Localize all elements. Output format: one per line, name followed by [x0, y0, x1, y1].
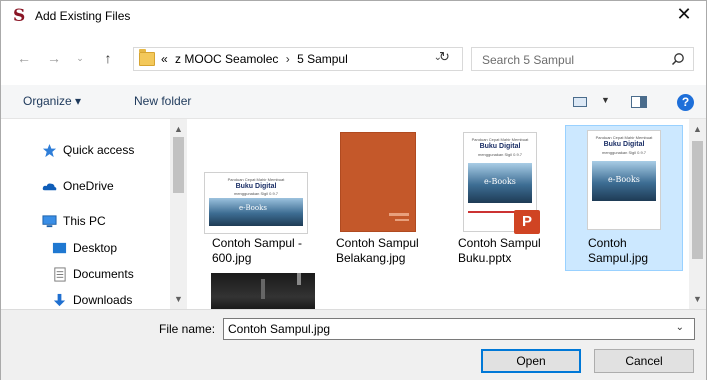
back-arrow-icon[interactable]: ←: [15, 48, 33, 68]
filename-label: File name:: [159, 322, 216, 336]
breadcrumb-item[interactable]: 5 Sampul: [297, 52, 348, 66]
sidebar-item-label: Downloads: [73, 293, 133, 307]
sidebar-item-label: OneDrive: [63, 179, 114, 193]
file-list-scrollbar[interactable]: ▲ ▼: [689, 119, 706, 309]
computer-icon: [42, 215, 57, 228]
breadcrumb-separator[interactable]: ›: [286, 52, 290, 66]
file-item[interactable]: Contoh Sampul Belakang.jpg: [319, 125, 437, 271]
address-bar[interactable]: « z MOOC Seamolec › 5 Sampul ⌄: [133, 47, 463, 71]
scroll-up-icon[interactable]: ▲: [170, 121, 187, 137]
up-arrow-icon[interactable]: ↑: [99, 48, 117, 68]
scroll-down-icon[interactable]: ▼: [689, 291, 706, 307]
app-icon: S: [13, 6, 26, 26]
file-item[interactable]: Panduan Cepat Mahir Membuat Buku Digital…: [441, 125, 559, 271]
file-name: Contoh Sampul - 600.jpg: [212, 236, 303, 265]
new-folder-button[interactable]: New folder: [134, 94, 191, 108]
sidebar-item-label: Quick access: [63, 143, 135, 157]
file-thumbnail-partial[interactable]: [211, 273, 315, 309]
scroll-up-icon[interactable]: ▲: [689, 121, 706, 137]
star-icon: [42, 143, 57, 158]
refresh-icon[interactable]: ↻: [439, 49, 450, 65]
navigation-scrollbar[interactable]: ▲ ▼: [170, 119, 187, 309]
navigation-pane: Quick access OneDrive This PC Desktop Do…: [1, 119, 187, 309]
open-button[interactable]: Open: [481, 349, 581, 373]
scrollbar-thumb[interactable]: [692, 141, 703, 259]
view-options-icon[interactable]: [573, 97, 587, 107]
cancel-button[interactable]: Cancel: [594, 349, 694, 373]
breadcrumb-item[interactable]: z MOOC Seamolec: [175, 52, 278, 66]
breadcrumb-overflow[interactable]: «: [161, 52, 168, 66]
file-thumbnail: Panduan Cepat Mahir Membuat Buku Digital…: [204, 172, 308, 234]
desktop-icon: [52, 242, 67, 254]
file-item[interactable]: Panduan Cepat Mahir Membuat Buku Digital…: [197, 125, 315, 271]
breadcrumb: « z MOOC Seamolec › 5 Sampul: [161, 52, 348, 66]
download-icon: [53, 293, 66, 307]
cloud-icon: [42, 183, 57, 191]
sidebar-item-label: Documents: [73, 267, 134, 281]
file-list: Panduan Cepat Mahir Membuat Buku Digital…: [191, 119, 688, 309]
scroll-down-icon[interactable]: ▼: [170, 291, 187, 307]
powerpoint-icon: P: [514, 210, 540, 234]
folder-icon: [139, 49, 155, 66]
documents-icon: [54, 267, 66, 282]
file-thumbnail: Panduan Cepat Mahir Membuat Buku Digital…: [587, 130, 661, 230]
file-item-selected[interactable]: Panduan Cepat Mahir Membuat Buku Digital…: [565, 125, 683, 271]
help-icon[interactable]: ?: [677, 94, 694, 111]
navigation-row: ← → ⌄ ↑ « z MOOC Seamolec › 5 Sampul ⌄ ↻…: [1, 45, 706, 73]
search-input[interactable]: Search 5 Sampul: [471, 47, 694, 71]
command-bar: Organize ▾ New folder ▼ ?: [1, 85, 706, 119]
file-name: Contoh Sampul Belakang.jpg: [336, 236, 419, 265]
dialog-footer: File name: Contoh Sampul.jpg ⌄ Open Canc…: [1, 309, 706, 380]
sidebar-item-label: Desktop: [73, 241, 118, 255]
file-name: Contoh Sampul Buku.pptx: [458, 236, 541, 265]
chevron-down-icon[interactable]: ⌄: [71, 48, 89, 68]
file-name: Contoh Sampul.jpg: [588, 236, 649, 265]
filename-field[interactable]: Contoh Sampul.jpg ⌄: [223, 318, 695, 340]
search-icon: [671, 53, 684, 66]
add-existing-files-dialog: S Add Existing Files ✕ ← → ⌄ ↑ « z MOOC …: [0, 0, 707, 380]
filename-value: Contoh Sampul.jpg: [228, 322, 331, 336]
title-bar: S Add Existing Files ✕: [1, 1, 706, 31]
forward-arrow-icon[interactable]: →: [45, 48, 63, 68]
chevron-down-icon[interactable]: ▼: [601, 95, 610, 105]
scrollbar-thumb[interactable]: [173, 137, 184, 193]
preview-pane-icon[interactable]: [631, 96, 647, 108]
file-thumbnail: [340, 132, 416, 232]
chevron-down-icon[interactable]: ⌄: [676, 322, 684, 333]
organize-button[interactable]: Organize ▾: [23, 94, 81, 108]
close-button[interactable]: ✕: [672, 4, 696, 26]
window-title: Add Existing Files: [35, 9, 131, 23]
sidebar-item-label: This PC: [63, 214, 106, 228]
search-placeholder: Search 5 Sampul: [482, 53, 575, 67]
